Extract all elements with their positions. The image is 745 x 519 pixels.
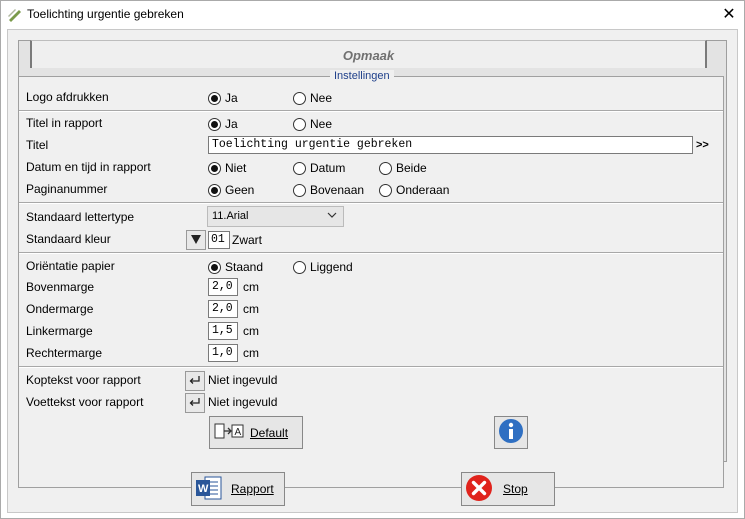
- enter-arrow-icon: [189, 396, 201, 410]
- enter-arrow-icon: [189, 374, 201, 388]
- color-code-input[interactable]: 01: [208, 231, 230, 249]
- font-label: Standaard lettertype: [26, 210, 135, 224]
- title-bar: Toelichting urgentie gebreken ✕: [1, 1, 744, 29]
- margin-right-unit: cm: [243, 346, 259, 360]
- chevron-down-icon: [327, 210, 337, 223]
- color-label: Standaard kleur: [26, 232, 111, 246]
- title-input[interactable]: Toelichting urgentie gebreken: [208, 136, 693, 154]
- radio-checked-icon: [208, 183, 221, 197]
- orientation-label: Oriëntatie papier: [26, 259, 115, 273]
- pagenum-onderaan-radio[interactable]: Onderaan: [379, 182, 449, 198]
- margin-left-input[interactable]: 1,5: [208, 322, 238, 340]
- margin-top-input[interactable]: 2,0: [208, 278, 238, 296]
- title-in-report-ja-radio[interactable]: Ja: [208, 116, 238, 132]
- orientation-liggend-radio[interactable]: Liggend: [293, 259, 353, 275]
- radio-unchecked-icon: [293, 161, 306, 175]
- info-button[interactable]: [494, 416, 528, 449]
- header-label: Koptekst voor rapport: [26, 373, 141, 387]
- datetime-label: Datum en tijd in rapport: [26, 160, 151, 174]
- footer-value: Niet ingevuld: [208, 395, 278, 409]
- orientation-staand-radio[interactable]: Staand: [208, 259, 263, 275]
- radio-unchecked-icon: [379, 183, 392, 197]
- pagenum-geen-radio[interactable]: Geen: [208, 182, 254, 198]
- font-select-value: 11.Arial: [212, 210, 249, 222]
- app-icon: [7, 7, 23, 23]
- header-value: Niet ingevuld: [208, 373, 278, 387]
- font-select[interactable]: 11.Arial: [207, 206, 344, 227]
- radio-unchecked-icon: [293, 91, 306, 105]
- separator: [19, 366, 723, 368]
- logo-ja-radio[interactable]: Ja: [208, 90, 238, 106]
- close-button[interactable]: ✕: [714, 1, 744, 29]
- logo-nee-radio[interactable]: Nee: [293, 90, 332, 106]
- margin-left-label: Linkermarge: [26, 324, 93, 338]
- title-in-report-nee-radio[interactable]: Nee: [293, 116, 332, 132]
- separator: [19, 252, 723, 254]
- radio-unchecked-icon: [293, 260, 306, 274]
- radio-unchecked-icon: [293, 117, 306, 131]
- default-button[interactable]: A Default: [209, 416, 303, 449]
- margin-bottom-input[interactable]: 2,0: [208, 300, 238, 318]
- radio-unchecked-icon: [379, 161, 392, 175]
- triangle-down-icon: [191, 233, 201, 247]
- logo-label: Logo afdrukken: [26, 90, 109, 104]
- info-icon: [498, 418, 524, 447]
- stop-button[interactable]: Stop: [461, 472, 555, 506]
- pagenum-bovenaan-radio[interactable]: Bovenaan: [293, 182, 364, 198]
- text-format-icon: A: [214, 422, 244, 443]
- datetime-niet-radio[interactable]: Niet: [208, 160, 246, 176]
- title-label: Titel: [26, 138, 49, 152]
- dialog-client: Opmaak Instellingen Logo afdrukken Ja Ne…: [7, 29, 738, 513]
- tab-label: Opmaak: [342, 48, 395, 63]
- color-dropdown-button[interactable]: [186, 230, 206, 250]
- stop-icon: [465, 474, 493, 505]
- separator: [19, 202, 723, 204]
- separator: [19, 110, 723, 112]
- title-more-button[interactable]: >>: [696, 139, 709, 151]
- svg-text:A: A: [235, 427, 242, 438]
- dialog-window: Toelichting urgentie gebreken ✕ Opmaak I…: [0, 0, 745, 519]
- window-title: Toelichting urgentie gebreken: [27, 7, 184, 21]
- margin-bottom-label: Ondermarge: [26, 302, 94, 316]
- margin-top-label: Bovenmarge: [26, 280, 95, 294]
- word-document-icon: W: [195, 475, 223, 504]
- color-name: Zwart: [232, 233, 262, 247]
- radio-checked-icon: [208, 260, 221, 274]
- tab-opmaak[interactable]: Opmaak: [30, 40, 707, 68]
- margin-bottom-unit: cm: [243, 302, 259, 316]
- margin-top-unit: cm: [243, 280, 259, 294]
- svg-text:W: W: [198, 483, 209, 495]
- title-in-report-label: Titel in rapport: [26, 116, 103, 130]
- radio-unchecked-icon: [293, 183, 306, 197]
- datetime-datum-radio[interactable]: Datum: [293, 160, 345, 176]
- radio-checked-icon: [208, 161, 221, 175]
- footer-label: Voettekst voor rapport: [26, 395, 144, 409]
- margin-right-input[interactable]: 1,0: [208, 344, 238, 362]
- header-edit-button[interactable]: [185, 371, 205, 391]
- radio-checked-icon: [208, 117, 221, 131]
- pagenum-label: Paginanummer: [26, 182, 108, 196]
- margin-right-label: Rechtermarge: [26, 346, 103, 360]
- datetime-beide-radio[interactable]: Beide: [379, 160, 427, 176]
- radio-checked-icon: [208, 91, 221, 105]
- group-legend: Instellingen: [330, 70, 394, 82]
- footer-edit-button[interactable]: [185, 393, 205, 413]
- margin-left-unit: cm: [243, 324, 259, 338]
- report-button[interactable]: W Rapport: [191, 472, 285, 506]
